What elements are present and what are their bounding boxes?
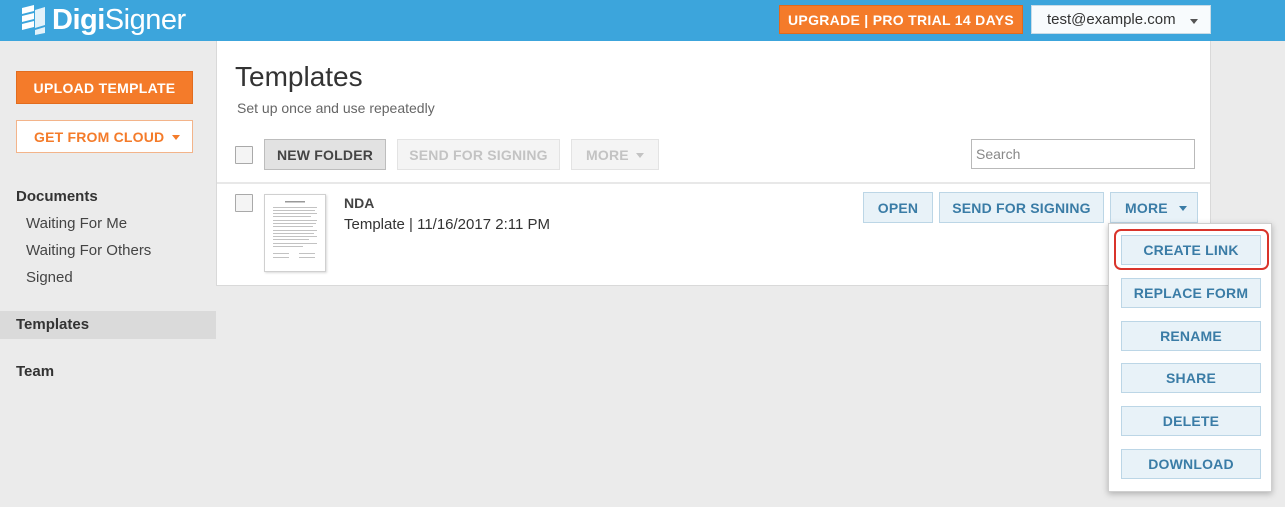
more-button[interactable]: MORE <box>1110 192 1198 223</box>
get-from-cloud-label: GET FROM CLOUD <box>34 128 165 145</box>
more-label: MORE <box>586 146 629 163</box>
upload-template-button[interactable]: UPLOAD TEMPLATE <box>16 71 193 104</box>
upgrade-button[interactable]: UPGRADE | PRO TRIAL 14 DAYS <box>779 5 1023 34</box>
chevron-down-icon <box>1179 206 1187 211</box>
document-name[interactable]: NDA <box>344 195 374 211</box>
chevron-down-icon <box>1190 19 1198 24</box>
page-title: Templates <box>235 61 363 92</box>
digisigner-logo-icon <box>22 5 45 35</box>
logo-text-light: Signer <box>104 3 186 36</box>
send-for-signing-button[interactable]: SEND FOR SIGNING <box>939 192 1104 223</box>
sidebar-item-documents[interactable]: Documents <box>16 188 98 205</box>
more-dropdown-menu: CREATE LINK REPLACE FORM RENAME SHARE DE… <box>1108 223 1272 492</box>
sidebar-item-templates[interactable]: Templates <box>16 316 89 333</box>
more-button-disabled[interactable]: MORE <box>571 139 659 170</box>
divider <box>217 182 1210 184</box>
rename-menu-item[interactable]: RENAME <box>1121 321 1261 351</box>
new-folder-button[interactable]: NEW FOLDER <box>264 139 386 170</box>
page-subtitle: Set up once and use repeatedly <box>237 100 435 116</box>
templates-panel: Templates Set up once and use repeatedly… <box>216 41 1211 286</box>
get-from-cloud-button[interactable]: GET FROM CLOUD <box>16 120 193 153</box>
open-button[interactable]: OPEN <box>863 192 933 223</box>
user-menu-button[interactable]: test@example.com <box>1031 5 1211 34</box>
document-meta: Template | 11/16/2017 2:11 PM <box>344 216 550 233</box>
sidebar-item-waiting-for-me[interactable]: Waiting For Me <box>26 215 127 232</box>
row-checkbox[interactable] <box>235 194 253 212</box>
send-for-signing-button-disabled[interactable]: SEND FOR SIGNING <box>397 139 560 170</box>
chevron-down-icon <box>636 153 644 158</box>
search-input[interactable] <box>971 139 1195 169</box>
chevron-down-icon <box>172 135 180 140</box>
sidebar-item-signed[interactable]: Signed <box>26 269 73 286</box>
top-header: DigiSigner UPGRADE | PRO TRIAL 14 DAYS t… <box>0 0 1285 41</box>
logo-text: DigiSigner <box>52 4 186 37</box>
user-email: test@example.com <box>1047 11 1176 28</box>
document-thumbnail[interactable] <box>264 194 326 272</box>
download-menu-item[interactable]: DOWNLOAD <box>1121 449 1261 479</box>
sidebar-item-waiting-for-others[interactable]: Waiting For Others <box>26 242 151 259</box>
select-all-checkbox[interactable] <box>235 146 253 164</box>
delete-menu-item[interactable]: DELETE <box>1121 406 1261 436</box>
share-menu-item[interactable]: SHARE <box>1121 363 1261 393</box>
replace-form-menu-item[interactable]: REPLACE FORM <box>1121 278 1261 308</box>
logo-text-bold: Digi <box>52 3 105 36</box>
digisigner-logo[interactable]: DigiSigner <box>20 3 186 37</box>
sidebar: UPLOAD TEMPLATE GET FROM CLOUD Documents… <box>0 41 216 507</box>
more-label: MORE <box>1125 199 1168 216</box>
sidebar-item-team[interactable]: Team <box>16 363 54 380</box>
create-link-menu-item[interactable]: CREATE LINK <box>1121 235 1261 265</box>
document-page-icon <box>273 201 317 258</box>
